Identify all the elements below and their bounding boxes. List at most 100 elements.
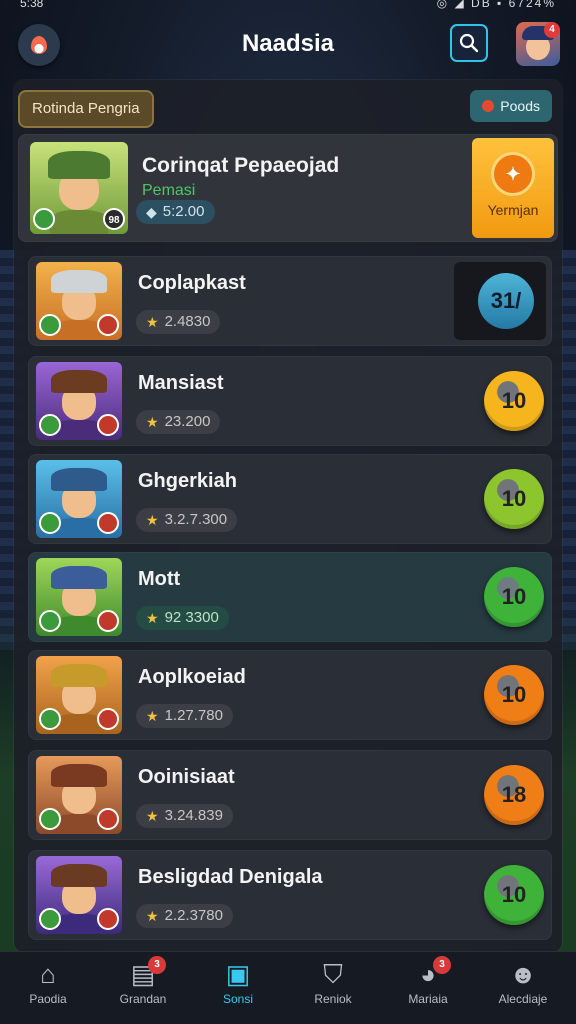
level-icon	[39, 808, 61, 830]
nav-label: Mariaia	[408, 992, 448, 1006]
nav-label: Grandan	[119, 992, 167, 1006]
rank-icon	[97, 314, 119, 336]
featured-score: ◆ 5:2.00	[136, 200, 215, 224]
nav-label: Alecdiaje	[498, 992, 548, 1006]
nav-item-reniok[interactable]: ⛉ Reniok	[288, 960, 378, 1006]
row-score: ★ 2.4830	[136, 310, 221, 334]
level-icon	[39, 314, 61, 336]
reward-value: 31/	[478, 273, 534, 329]
star-icon: ★	[146, 808, 159, 824]
row-score-value: 23.200	[164, 413, 211, 430]
featured-score-value: 5:2.00	[162, 203, 205, 220]
rank-icon	[97, 610, 119, 632]
panel-tag: Rotinda Pengria	[18, 90, 154, 128]
rank-icon	[97, 414, 119, 436]
reward-coin-button[interactable]: 10	[484, 469, 544, 529]
leaderboard-row[interactable]: Ghgerkiah ★ 3.2.7.300 10	[28, 454, 552, 544]
star-icon: ★	[146, 414, 159, 430]
reward-button[interactable]: 31/	[454, 262, 546, 340]
reward-coin-button[interactable]: 10	[484, 865, 544, 925]
rank-icon	[97, 808, 119, 830]
reward-coin-button[interactable]: 18	[484, 765, 544, 825]
page-title: Naadsia	[241, 30, 335, 57]
points-pill[interactable]: Poods	[470, 90, 552, 122]
rank-icon	[97, 512, 119, 534]
row-name: Mott	[138, 568, 181, 590]
character-thumbnail	[36, 656, 122, 734]
nav-badge: 3	[433, 956, 451, 974]
row-name: Aoplkoeiad	[138, 666, 246, 688]
row-score: ★ 3.24.839	[136, 804, 233, 828]
rank-icon	[97, 708, 119, 730]
status-bar: 5:38 ◎ ◢ DB ▪ 6724%	[0, 0, 576, 14]
level-icon	[39, 414, 61, 436]
chat-icon: ◕ 3	[413, 956, 451, 988]
claim-icon: ✦	[491, 152, 535, 196]
nav-label: Sonsi	[222, 992, 254, 1006]
character-thumbnail	[36, 856, 122, 934]
leaderboard-row[interactable]: Coplapkast ★ 2.4830 31/	[28, 256, 552, 346]
row-name: Besligdad Denigala	[138, 866, 323, 888]
leaderboard-row[interactable]: Ooinisiaat ★ 3.24.839 18	[28, 750, 552, 840]
reward-coin-button[interactable]: 10	[484, 371, 544, 431]
nav-badge: 3	[148, 956, 166, 974]
claim-button[interactable]: ✦ Yermjan	[472, 138, 554, 238]
row-score-value: 2.2.3780	[164, 907, 223, 924]
character-thumbnail	[36, 362, 122, 440]
nav-item-alecdiaje[interactable]: ☻ Alecdiaje	[478, 960, 568, 1006]
points-icon	[482, 100, 495, 112]
level-icon	[39, 610, 61, 632]
cards-icon: ▣	[225, 959, 251, 989]
row-score-value: 1.27.780	[164, 707, 223, 724]
leaderboard-row[interactable]: Mott ★ 92 3300 10	[28, 552, 552, 642]
leaderboard-row[interactable]: Mansiast ★ 23.200 10	[28, 356, 552, 446]
header: Naadsia 4	[0, 18, 576, 78]
row-name: Mansiast	[138, 372, 224, 394]
nav-label: Paodia	[29, 992, 67, 1006]
level-icon	[39, 908, 61, 930]
shield-icon: ⛉	[323, 959, 343, 989]
row-name: Ghgerkiah	[138, 470, 237, 492]
home-icon: ⌂	[40, 959, 56, 989]
row-score: ★ 92 3300	[136, 606, 229, 630]
reward-coin-button[interactable]: 10	[484, 567, 544, 627]
nav-label: Reniok	[314, 992, 352, 1006]
search-button[interactable]	[450, 24, 488, 62]
leaderboard-row[interactable]: Besligdad Denigala ★ 2.2.3780 10	[28, 850, 552, 940]
row-score-value: 2.4830	[164, 313, 211, 330]
level-icon	[39, 512, 61, 534]
level-icon	[39, 708, 61, 730]
character-thumbnail	[36, 756, 122, 834]
avatar[interactable]: 4	[516, 22, 560, 66]
nav-item-paodia[interactable]: ⌂ Paodia	[3, 960, 93, 1006]
nav-item-grandan[interactable]: ▤ 3 Grandan	[98, 956, 188, 1006]
nav-item-sonsi[interactable]: ▣ Sonsi	[193, 960, 283, 1006]
rank-icon	[97, 908, 119, 930]
profile-icon: ☻	[509, 959, 537, 989]
points-label: Poods	[500, 98, 540, 114]
search-icon	[459, 33, 479, 53]
avatar-notification-badge: 4	[544, 22, 560, 38]
row-name: Ooinisiaat	[138, 766, 235, 788]
row-name: Coplapkast	[138, 272, 246, 294]
featured-character-thumbnail: 98	[30, 142, 128, 234]
character-thumbnail	[36, 558, 122, 636]
star-icon: ★	[146, 708, 159, 724]
featured-name: Corinqat Pepaeojad	[142, 154, 340, 177]
star-icon: ★	[146, 512, 159, 528]
star-icon: ★	[146, 314, 159, 330]
status-time: 5:38	[20, 0, 44, 10]
nav-item-mariaia[interactable]: ◕ 3 Mariaia	[383, 956, 473, 1006]
row-score: ★ 2.2.3780	[136, 904, 233, 928]
leaderboard-row[interactable]: Aoplkoeiad ★ 1.27.780 10	[28, 650, 552, 740]
status-indicators: ◎ ◢ DB ▪ 6724%	[436, 0, 556, 10]
reward-coin-button[interactable]: 10	[484, 665, 544, 725]
row-score-value: 3.24.839	[164, 807, 223, 824]
claim-label: Yermjan	[487, 202, 539, 218]
row-score: ★ 3.2.7.300	[136, 508, 238, 532]
featured-row[interactable]: 98 Corinqat Pepaeojad Pemasi ◆ 5:2.00 ✦ …	[18, 134, 558, 242]
row-score: ★ 23.200	[136, 410, 221, 434]
star-icon: ★	[146, 610, 159, 626]
level-icon	[33, 208, 55, 230]
character-thumbnail	[36, 262, 122, 340]
